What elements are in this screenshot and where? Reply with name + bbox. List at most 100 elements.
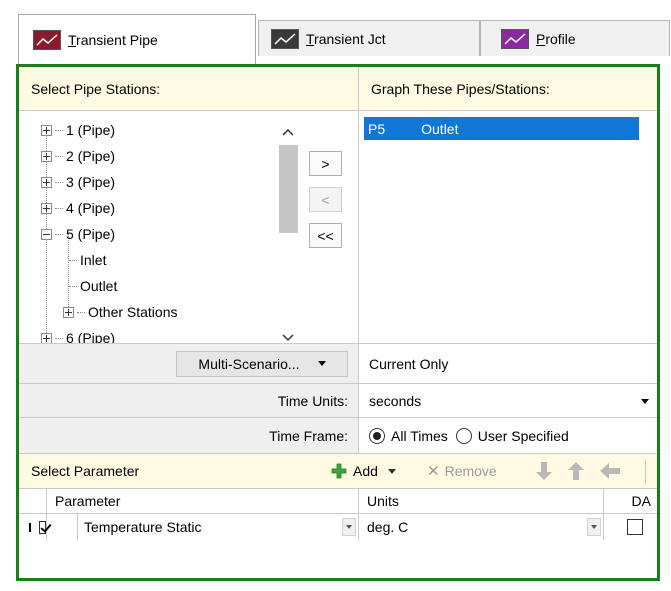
da-header-label: DA [631, 493, 651, 509]
expand-icon[interactable] [41, 124, 52, 136]
chart-line-icon [271, 28, 299, 49]
scrollbar-thumb[interactable] [279, 145, 298, 233]
tree-item-label: 1 (Pipe) [66, 122, 116, 138]
move-left-button[interactable] [599, 454, 621, 488]
da-cell [604, 514, 657, 540]
select-parameter-title: Select Parameter [31, 454, 139, 488]
da-column-header[interactable]: DA [604, 489, 657, 513]
tree-item-pipe-3[interactable]: 3 (Pipe) [41, 169, 281, 195]
select-stations-header: Select Pipe Stations: [19, 67, 358, 111]
add-station-button[interactable]: > [309, 151, 342, 176]
tab-label: Profile [536, 30, 576, 47]
chevron-down-icon[interactable] [587, 518, 601, 536]
multi-scenario-label: Multi-Scenario... [198, 355, 300, 372]
tree-connector [77, 311, 85, 313]
parameter-header-label: Parameter [55, 493, 121, 509]
units-header-label: Units [367, 493, 399, 509]
arrow-left-icon [600, 463, 620, 479]
parameter-value: Temperature Static [84, 519, 202, 535]
remove-parameter-button[interactable]: ✕ Remove [427, 454, 497, 488]
units-column-header[interactable]: Units [359, 489, 604, 513]
da-checkbox[interactable] [627, 519, 643, 535]
add-parameter-button[interactable]: Add [331, 454, 396, 488]
time-frame-label-text: Time Frame: [269, 427, 348, 444]
parameter-cell[interactable]: Temperature Static [77, 514, 359, 540]
tree-item-label: 3 (Pipe) [66, 174, 116, 190]
units-value: deg. C [367, 519, 409, 535]
expand-icon[interactable] [63, 306, 74, 318]
plus-icon [331, 463, 347, 479]
chart-line-icon [501, 28, 529, 49]
arrow-down-icon [536, 462, 552, 480]
tree-item-pipe-2[interactable]: 2 (Pipe) [41, 143, 281, 169]
multi-scenario-button[interactable]: Multi-Scenario... [176, 350, 348, 377]
row-pointer-icon [29, 522, 32, 532]
all-times-label[interactable]: All Times [391, 428, 448, 444]
graph-list-item[interactable]: P5 Outlet [364, 117, 639, 140]
table-row[interactable]: Temperature Static deg. C [19, 514, 657, 540]
tree-item-label: 5 (Pipe) [66, 226, 116, 242]
tree-item-pipe-1[interactable]: 1 (Pipe) [41, 117, 281, 143]
chevron-down-icon[interactable] [387, 468, 396, 474]
tree-connector [55, 207, 63, 209]
tree-item-label: 4 (Pipe) [66, 200, 116, 216]
tree-item-inlet[interactable]: Inlet [41, 247, 281, 273]
graph-item-pipe: P5 [368, 120, 386, 137]
tree-item-other-stations[interactable]: Other Stations [41, 299, 281, 325]
tree-item-label: 2 (Pipe) [66, 148, 116, 164]
tree-connector [69, 259, 77, 261]
tree-item-pipe-4[interactable]: 4 (Pipe) [41, 195, 281, 221]
tree-item-label: Outlet [80, 278, 118, 294]
tree-connector [69, 285, 77, 287]
toolbar-divider [645, 460, 646, 484]
units-cell[interactable]: deg. C [359, 514, 604, 540]
tree-item-pipe-5[interactable]: 5 (Pipe) [41, 221, 281, 247]
expand-icon[interactable] [41, 202, 52, 214]
time-units-value: seconds [369, 392, 422, 409]
expand-icon[interactable] [41, 176, 52, 188]
tree-item-outlet[interactable]: Outlet [41, 273, 281, 299]
tab-transient-jct[interactable]: Transient Jct [258, 20, 480, 56]
time-frame-options: All Times User Specified [359, 418, 657, 453]
tree-connector [55, 155, 63, 157]
close-icon: ✕ [427, 463, 440, 480]
expand-icon[interactable] [41, 332, 52, 344]
time-units-select[interactable]: seconds [359, 384, 657, 417]
move-down-button[interactable] [535, 454, 553, 488]
user-specified-label[interactable]: User Specified [478, 428, 569, 444]
pipe-station-tree[interactable]: 1 (Pipe) 2 (Pipe) 3 (Pipe) 4 (Pipe) 5 (P… [41, 117, 281, 351]
time-units-label: Time Units: [19, 384, 358, 417]
remove-all-button[interactable]: << [309, 223, 342, 248]
move-up-button[interactable] [567, 454, 585, 488]
select-parameter-toolbar: Select Parameter Add ✕ Remove [19, 453, 657, 489]
expand-icon[interactable] [41, 150, 52, 162]
user-specified-radio[interactable] [455, 427, 472, 444]
time-units-row: Time Units: seconds [19, 383, 657, 417]
select-parameter-label: Select Parameter [31, 463, 140, 479]
parameter-checkbox[interactable] [39, 520, 46, 534]
tab-transient-pipe[interactable]: Transient Pipe [18, 14, 256, 64]
tab-label: Transient Pipe [68, 31, 158, 48]
tree-item-label: Inlet [80, 252, 107, 268]
parameter-column-header[interactable]: Parameter [47, 489, 359, 513]
row-indicator-header [19, 489, 47, 513]
scroll-up-icon[interactable] [275, 121, 301, 143]
scenario-cell: Multi-Scenario... [19, 344, 358, 383]
remove-label: Remove [444, 463, 497, 479]
tab-profile[interactable]: Profile [480, 20, 670, 56]
graph-stations-header: Graph These Pipes/Stations: [359, 67, 657, 111]
time-frame-row: Time Frame: All Times User Specified [19, 417, 657, 453]
time-units-label-text: Time Units: [277, 392, 348, 409]
scenario-value-text: Current Only [369, 355, 449, 372]
tree-scrollbar[interactable] [275, 121, 301, 349]
row-indicator[interactable] [19, 514, 47, 540]
tree-connector [55, 129, 63, 131]
chevron-down-icon[interactable] [342, 518, 356, 536]
remove-station-button[interactable]: < [309, 187, 342, 212]
all-times-radio[interactable] [369, 427, 385, 444]
tree-item-label: Other Stations [88, 304, 178, 320]
tree-connector [55, 337, 63, 339]
collapse-icon[interactable] [41, 228, 52, 240]
tree-connector [55, 233, 63, 235]
scenario-value: Current Only [359, 344, 657, 383]
